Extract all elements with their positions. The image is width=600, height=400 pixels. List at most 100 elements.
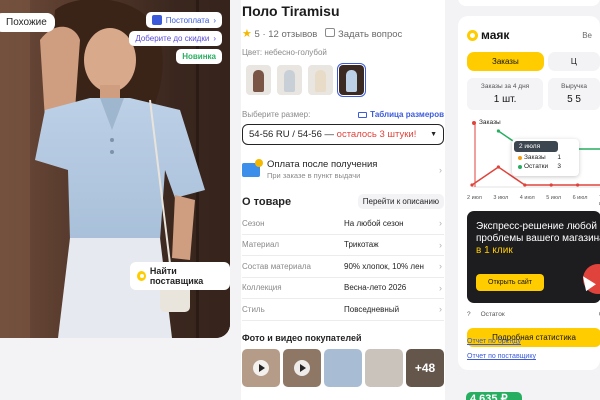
size-row: Выберите размер: Таблица размеров: [242, 110, 444, 119]
spec-row[interactable]: Коллекция Весна-лето 2026 ›: [242, 278, 444, 299]
chevron-down-icon: ▼: [430, 131, 437, 138]
size-table-label: Таблица размеров: [370, 110, 444, 119]
spec-value: Весна-лето 2026: [344, 283, 407, 293]
tab-orders[interactable]: Заказы: [467, 52, 544, 71]
x-tick-label: 5 июл: [546, 195, 562, 201]
customer-photo-thumb[interactable]: [324, 348, 362, 387]
legend-dot: [472, 120, 476, 125]
more-photos-thumb[interactable]: +48: [406, 348, 444, 387]
customer-video-thumb[interactable]: [242, 348, 280, 387]
mayak-brand-name: маяк: [481, 28, 510, 42]
stat-revenue-label: Выручка: [561, 83, 587, 90]
customer-photo-thumb[interactable]: [365, 348, 403, 387]
customer-photos: +48: [242, 348, 444, 387]
brand-report-link[interactable]: Отчет по бренду: [467, 338, 521, 345]
mayak-widget: маяк Ве Заказы Ц Заказы за 4 дня 1 шт. В…: [458, 16, 600, 370]
chevron-right-icon: ›: [439, 261, 442, 272]
tooltip-date: 2 июля: [514, 141, 558, 152]
chart-legend: Заказы: [472, 119, 501, 126]
size-select[interactable]: 54-56 RU / 54-56 — осталось 3 штуки! ▼: [242, 124, 444, 145]
top-card-edge: [458, 0, 600, 6]
stat-revenue: Выручка 5 5: [548, 78, 600, 110]
ruler-icon: [358, 111, 368, 118]
similar-badge[interactable]: Похожие: [0, 13, 55, 32]
find-supplier-button[interactable]: Найти поставщика: [130, 262, 230, 290]
customer-video-thumb[interactable]: [283, 348, 321, 387]
card-icon: [242, 158, 263, 177]
payment-subtitle: При заказе в пункт выдачи: [267, 171, 361, 180]
ask-question-link[interactable]: Задать вопрос: [325, 27, 402, 40]
spec-row[interactable]: Сезон На любой сезон ›: [242, 213, 444, 235]
tooltip-stock-label: Остатки: [524, 163, 549, 170]
spec-value: На любой сезон: [344, 218, 404, 228]
chevron-right-icon: ›: [439, 282, 442, 293]
stat-orders-value: 1 шт.: [493, 94, 517, 105]
rating-row: ★ 5 · 12 отзывов Задать вопрос: [242, 27, 444, 40]
orders-chart[interactable]: Заказы 2 июля Заказы 1 Остатки 3 2 июл 3 …: [467, 117, 600, 207]
tooltip-row: Остатки 3: [512, 161, 579, 170]
chevron-right-icon: ›: [439, 304, 442, 315]
data-point: [496, 129, 500, 133]
color-swatch[interactable]: [246, 65, 271, 95]
payment-title: Оплата после получения: [267, 159, 378, 170]
color-swatch-selected[interactable]: [336, 62, 367, 98]
product-title: Поло Tiramisu: [242, 3, 340, 19]
spec-row[interactable]: Материал Трикотаж ›: [242, 235, 444, 256]
chevron-right-icon: ›: [213, 15, 216, 25]
mayak-brand: маяк: [467, 28, 509, 42]
size-table-link[interactable]: Таблица размеров: [358, 110, 444, 119]
supplier-report-link[interactable]: Отчет по поставщику: [467, 353, 536, 360]
spec-key: Коллекция: [242, 283, 282, 293]
mayak-stats: Заказы за 4 дня 1 шт. Выручка 5 5: [467, 78, 600, 110]
color-swatch[interactable]: [308, 65, 333, 95]
spec-key: Состав материала: [242, 261, 312, 271]
color-swatch[interactable]: [277, 65, 302, 95]
x-tick-label: 4 июл: [519, 195, 535, 201]
open-site-button[interactable]: Открыть сайт: [476, 274, 544, 291]
spec-value: Трикотаж: [344, 240, 379, 250]
tooltip-stock-value: 3: [557, 163, 561, 170]
prepay-badge[interactable]: Постоплата ›: [145, 12, 222, 28]
customer-photos-title: Фото и видео покупателей: [242, 332, 362, 343]
tooltip-orders-value: 1: [557, 154, 561, 161]
x-tick-label: 2 июл: [467, 195, 482, 201]
mayak-tabs: Заказы Ц: [467, 52, 600, 71]
spec-row[interactable]: Состав материала 90% хлопок, 10% лен ›: [242, 256, 444, 278]
mayak-logo-icon: [137, 271, 146, 281]
specs-list: Сезон На любой сезон › Материал Трикотаж…: [242, 213, 444, 321]
help-icon[interactable]: ?: [467, 311, 471, 318]
tooltip-orders-label: Заказы: [524, 154, 546, 161]
rating[interactable]: ★ 5 · 12 отзывов: [242, 27, 317, 40]
reviews-count: 12 отзывов: [268, 29, 318, 40]
product-info-panel: Поло Tiramisu ★ 5 · 12 отзывов Задать во…: [241, 0, 445, 400]
promo-banner[interactable]: Экспресс-решение любой проблемы вашего м…: [467, 211, 600, 303]
find-supplier-label: Найти поставщика: [149, 266, 204, 286]
x-tick-label: 6 июл: [572, 195, 588, 201]
color-label: Цвет: небесно-голубой: [242, 48, 327, 57]
product-photo[interactable]: Похожие Постоплата › Доберите до скидки …: [0, 0, 230, 338]
chart-tooltip: 2 июля Заказы 1 Остатки 3: [512, 139, 579, 176]
discount-badge[interactable]: Доберите до скидки ›: [129, 31, 222, 46]
payment-info[interactable]: Оплата после получения При заказе в пунк…: [242, 158, 444, 180]
new-badge: Новинка: [176, 49, 222, 64]
spec-value: 90% хлопок, 10% лен: [344, 261, 424, 271]
discount-label: Доберите до скидки: [135, 34, 210, 43]
price-badge: 4 635 ₽: [466, 392, 522, 400]
data-point: [549, 183, 553, 187]
x-tick-label: 3 июл: [493, 195, 509, 201]
wallet-icon: [151, 15, 162, 25]
rating-value: 5: [254, 29, 260, 40]
size-prompt: Выберите размер:: [242, 110, 311, 119]
color-swatches: [242, 62, 444, 98]
mayak-side-label[interactable]: Ве: [582, 31, 592, 40]
stat-orders: Заказы за 4 дня 1 шт.: [467, 78, 544, 110]
data-point: [470, 183, 474, 187]
star-icon: ★: [242, 28, 252, 40]
data-point: [496, 165, 500, 169]
tab-prices[interactable]: Ц: [547, 52, 600, 71]
chat-icon: [325, 27, 336, 37]
about-header: О товаре Перейти к описанию: [242, 194, 444, 209]
goto-description-button[interactable]: Перейти к описанию: [357, 194, 444, 209]
photo-badges: Постоплата › Доберите до скидки › Новинк…: [129, 12, 222, 64]
spec-row[interactable]: Стиль Повседневный ›: [242, 299, 444, 321]
